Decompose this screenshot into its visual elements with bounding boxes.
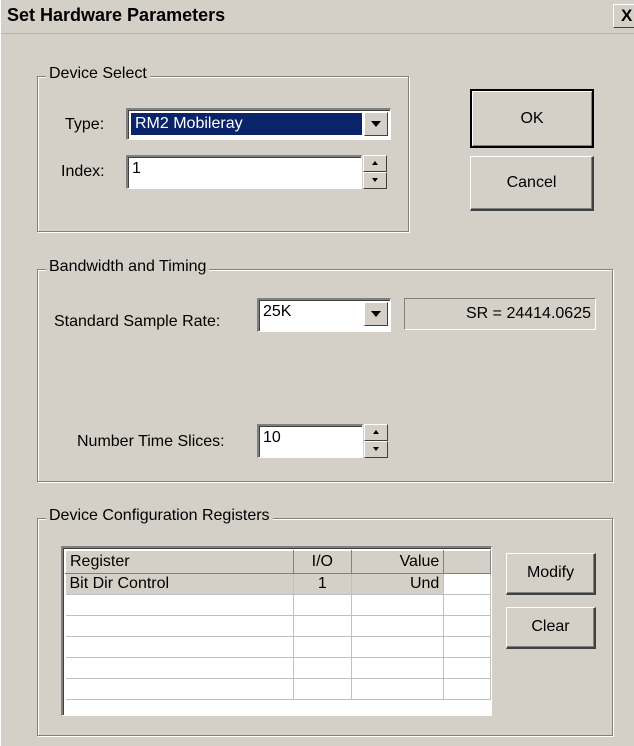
ok-button[interactable]: OK: [470, 89, 594, 148]
sample-rate-label: Standard Sample Rate:: [54, 313, 221, 330]
type-label: Type:: [65, 116, 105, 133]
register-name-cell[interactable]: Bit Dir Control: [65, 573, 294, 595]
register-io-cell[interactable]: 1: [293, 573, 352, 595]
sr-readout: SR = 24414.0625: [404, 298, 596, 330]
index-label: Index:: [61, 163, 105, 180]
device-select-group-label: Device Select: [46, 65, 150, 83]
column-header-extra[interactable]: [443, 550, 491, 574]
empty-cell[interactable]: [351, 657, 445, 679]
index-spinner[interactable]: [363, 155, 387, 189]
registers-table: Register I/O Value Bit Dir Control 1 Und: [65, 550, 491, 700]
type-combobox-value: RM2 Mobileray: [131, 113, 362, 135]
time-slices-spin-down-button[interactable]: [364, 441, 388, 458]
index-spin-up-button[interactable]: [363, 155, 387, 172]
ok-button-label: OK: [520, 110, 544, 127]
type-dropdown-button[interactable]: [364, 112, 388, 136]
modify-button-label: Modify: [526, 564, 575, 581]
time-slices-input[interactable]: 10: [257, 424, 363, 458]
type-combobox[interactable]: RM2 Mobileray: [126, 108, 391, 140]
column-header-io[interactable]: I/O: [292, 550, 352, 574]
table-row[interactable]: [65, 594, 491, 616]
empty-cell[interactable]: [443, 657, 491, 679]
empty-cell[interactable]: [351, 594, 445, 616]
empty-cell[interactable]: [65, 657, 294, 679]
sr-readout-text: SR = 24414.0625: [466, 305, 591, 322]
modify-button[interactable]: Modify: [506, 553, 596, 595]
table-row[interactable]: [65, 615, 491, 637]
title-bar[interactable]: Set Hardware Parameters X: [1, 0, 634, 34]
cancel-button-label: Cancel: [506, 174, 557, 191]
cancel-button[interactable]: Cancel: [470, 156, 594, 211]
set-hardware-parameters-dialog: Set Hardware Parameters X Device Select …: [0, 0, 634, 746]
index-input-value: 1: [132, 160, 141, 177]
time-slices-spinner[interactable]: [364, 424, 388, 458]
registers-grid[interactable]: Register I/O Value Bit Dir Control 1 Und: [61, 546, 492, 716]
table-row[interactable]: Bit Dir Control 1 Und: [65, 573, 491, 595]
index-input[interactable]: 1: [126, 155, 362, 189]
clear-button[interactable]: Clear: [506, 607, 596, 649]
empty-cell[interactable]: [443, 594, 491, 616]
empty-cell[interactable]: [443, 636, 491, 658]
bandwidth-timing-group-label: Bandwidth and Timing: [46, 258, 210, 276]
column-header-register[interactable]: Register: [65, 550, 294, 574]
empty-cell[interactable]: [443, 615, 491, 637]
empty-cell[interactable]: [351, 678, 445, 700]
empty-cell[interactable]: [293, 636, 352, 658]
empty-cell[interactable]: [65, 636, 294, 658]
close-icon: X: [621, 6, 633, 25]
empty-cell[interactable]: [443, 678, 491, 700]
empty-cell[interactable]: [293, 615, 352, 637]
empty-cell[interactable]: [351, 615, 445, 637]
empty-cell[interactable]: [293, 678, 352, 700]
index-spin-down-button[interactable]: [363, 172, 387, 189]
time-slices-value: 10: [263, 429, 281, 446]
empty-cell[interactable]: [293, 594, 352, 616]
registers-header-row: Register I/O Value: [65, 550, 491, 574]
table-row[interactable]: [65, 636, 491, 658]
time-slices-label: Number Time Slices:: [77, 433, 225, 450]
column-header-value[interactable]: Value: [350, 550, 445, 574]
window-title: Set Hardware Parameters: [7, 5, 226, 25]
empty-cell[interactable]: [351, 636, 445, 658]
empty-cell[interactable]: [65, 615, 294, 637]
table-row[interactable]: [65, 678, 491, 700]
sample-rate-dropdown-button[interactable]: [364, 302, 388, 326]
device-config-registers-group-label: Device Configuration Registers: [46, 507, 273, 525]
close-button[interactable]: X: [613, 4, 634, 28]
register-value-cell[interactable]: Und: [351, 573, 445, 595]
table-row[interactable]: [65, 657, 491, 679]
empty-cell[interactable]: [293, 657, 352, 679]
time-slices-spin-up-button[interactable]: [364, 424, 388, 441]
empty-cell[interactable]: [65, 678, 294, 700]
clear-button-label: Clear: [531, 618, 570, 635]
device-select-group: Device Select: [37, 65, 409, 232]
sample-rate-combobox[interactable]: 25K: [257, 298, 391, 332]
sample-rate-value: 25K: [263, 303, 292, 320]
register-extra-cell[interactable]: [443, 573, 491, 595]
empty-cell[interactable]: [65, 594, 294, 616]
